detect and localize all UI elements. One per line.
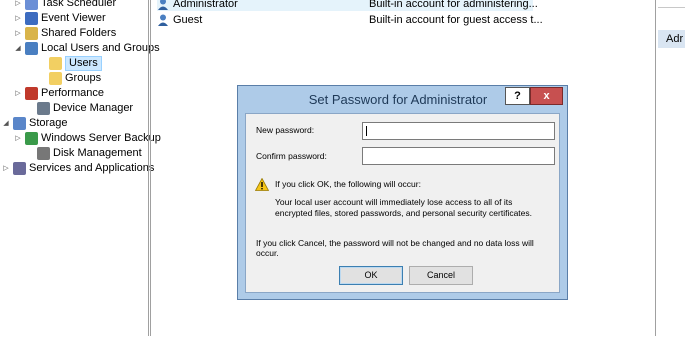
expand-arrow-icon[interactable]: ▷ xyxy=(14,0,22,11)
user-name: Administrator xyxy=(173,0,238,10)
tree-item-label: Local Users and Groups xyxy=(41,42,160,54)
tree-item-disk-management[interactable]: Disk Management xyxy=(26,146,142,161)
tree-item-label: Device Manager xyxy=(53,102,134,114)
new-password-label: New password: xyxy=(256,125,315,135)
actions-pane-top xyxy=(658,0,685,8)
dialog-title: Set Password for Administrator xyxy=(308,92,488,107)
folder-icon xyxy=(49,57,62,70)
warning-icon xyxy=(255,178,269,191)
user-account-icon xyxy=(157,0,170,10)
tree-item-services-and-applications[interactable]: ▷ Services and Applications xyxy=(2,161,154,176)
expand-arrow-icon[interactable]: ▷ xyxy=(2,161,10,176)
tree-item-label: Services and Applications xyxy=(29,162,155,174)
user-account-icon xyxy=(157,14,170,26)
tree-item-label: Groups xyxy=(65,72,102,84)
tree-item-device-manager[interactable]: Device Manager xyxy=(26,101,133,116)
services-icon xyxy=(13,162,26,175)
clock-icon xyxy=(25,0,38,10)
actions-section-header[interactable]: Adr xyxy=(658,30,685,48)
tree-item-windows-server-backup[interactable]: ▷ Windows Server Backup xyxy=(14,131,161,146)
event-icon xyxy=(25,12,38,25)
tree-item-groups[interactable]: Groups xyxy=(38,71,101,86)
confirm-password-label: Confirm password: xyxy=(256,151,327,161)
cancel-note-line2: occur. xyxy=(256,248,279,258)
close-button[interactable]: x xyxy=(530,87,563,105)
actions-pane-divider[interactable] xyxy=(655,0,656,336)
tree-item-performance[interactable]: ▷ Performance xyxy=(14,86,104,101)
tree-item-event-viewer[interactable]: ▷ Event Viewer xyxy=(14,11,106,26)
expand-arrow-icon[interactable]: ▷ xyxy=(14,11,22,26)
tree-item-label: Performance xyxy=(41,87,104,99)
tree-item-label: Users xyxy=(65,56,102,71)
tree-item-label: Event Viewer xyxy=(41,12,106,24)
backup-icon xyxy=(25,132,38,145)
device-icon xyxy=(37,102,50,115)
perf-icon xyxy=(25,87,38,100)
user-row[interactable]: Administrator Built-in account for admini… xyxy=(157,0,538,11)
text-caret xyxy=(366,126,367,136)
storage-icon xyxy=(13,117,26,130)
ok-button[interactable]: OK xyxy=(339,266,403,285)
expand-arrow-icon[interactable]: ◢ xyxy=(2,116,10,131)
cancel-note-line1: If you click Cancel, the password will n… xyxy=(256,238,534,248)
dialog-body: New password: Confirm password: If you c… xyxy=(245,113,560,293)
expand-arrow-icon[interactable]: ◢ xyxy=(14,41,22,56)
warning-heading: If you click OK, the following will occu… xyxy=(275,179,421,189)
list-pane-left-edge xyxy=(150,0,151,336)
tree-item-storage[interactable]: ◢ Storage xyxy=(2,116,68,131)
tree-item-label: Shared Folders xyxy=(41,27,117,39)
dialog-titlebar[interactable]: Set Password for Administrator ? x xyxy=(238,86,567,113)
expand-arrow-icon[interactable]: ▷ xyxy=(14,131,22,146)
user-description: Built-in account for administering... xyxy=(369,0,538,10)
status-area xyxy=(0,336,685,362)
set-password-dialog: Set Password for Administrator ? x New p… xyxy=(237,85,568,300)
new-password-field[interactable] xyxy=(362,122,555,140)
users-icon xyxy=(25,42,38,55)
tree-item-shared-folders[interactable]: ▷ Shared Folders xyxy=(14,26,116,41)
help-button[interactable]: ? xyxy=(505,87,530,105)
user-description: Built-in account for guest access t... xyxy=(369,14,543,26)
expand-arrow-icon[interactable]: ▷ xyxy=(14,26,22,41)
cancel-button[interactable]: Cancel xyxy=(409,266,473,285)
tree-item-label: Disk Management xyxy=(53,147,142,159)
share-icon xyxy=(25,27,38,40)
tree-item-label: Task Scheduler xyxy=(41,0,117,9)
warning-text-line1: Your local user account will immediately… xyxy=(275,197,513,207)
folder-icon xyxy=(49,72,62,85)
tree-pane-divider[interactable] xyxy=(148,0,149,336)
tree-item-task-scheduler[interactable]: ▷ Task Scheduler xyxy=(14,0,116,11)
user-name: Guest xyxy=(173,14,203,26)
warning-text-line2: encrypted files, stored passwords, and p… xyxy=(275,208,533,218)
console-tree: ▷ Task Scheduler ▷ Event Viewer ▷ Shared Fold… xyxy=(0,0,161,362)
expand-arrow-icon[interactable]: ▷ xyxy=(14,86,22,101)
tree-item-users[interactable]: Users xyxy=(38,56,102,71)
confirm-password-field[interactable] xyxy=(362,147,555,165)
disk-icon xyxy=(37,147,50,160)
tree-item-local-users-and-groups[interactable]: ◢ Local Users and Groups xyxy=(14,41,160,56)
tree-item-label: Storage xyxy=(29,117,68,129)
tree-item-label: Windows Server Backup xyxy=(41,132,161,144)
